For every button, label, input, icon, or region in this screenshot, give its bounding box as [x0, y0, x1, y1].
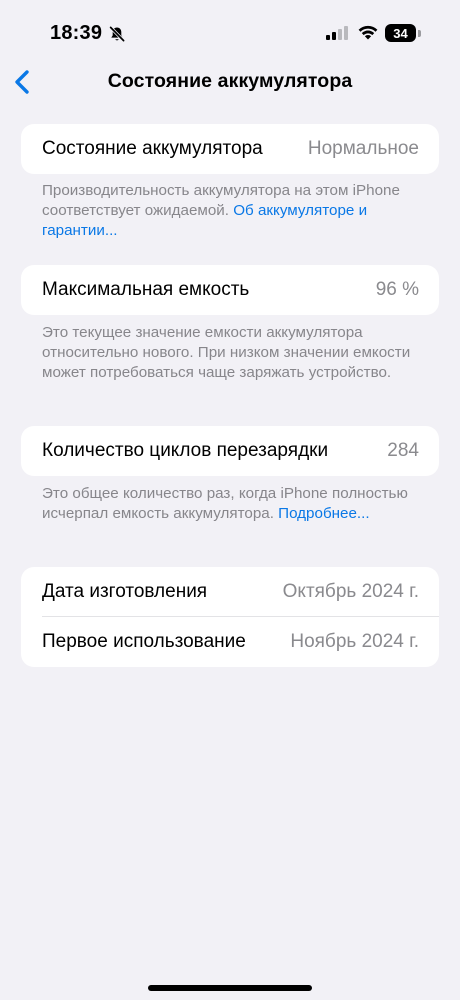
wifi-icon: [357, 24, 379, 46]
manufacture-date-value: Октябрь 2024 г.: [282, 581, 419, 602]
max-capacity-label: Максимальная емкость: [42, 279, 250, 300]
cycle-count-footnote: Это общее количество раз, когда iPhone п…: [42, 484, 422, 524]
manufacture-date-row: Дата изготовления Октябрь 2024 г.: [21, 567, 439, 617]
silent-bell-icon: [108, 25, 126, 48]
battery-icon: 34: [385, 24, 416, 42]
first-use-value: Ноябрь 2024 г.: [290, 631, 419, 652]
status-bar: 18:39 34: [0, 0, 460, 62]
first-use-label: Первое использование: [42, 631, 246, 652]
learn-more-link[interactable]: Подробнее...: [278, 505, 369, 522]
max-capacity-footnote: Это текущее значение емкости аккумулятор…: [42, 324, 411, 381]
manufacture-date-label: Дата изготовления: [42, 581, 208, 602]
battery-health-value: Нормальное: [307, 138, 419, 159]
cellular-signal-icon: [326, 26, 348, 45]
battery-health-row: Состояние аккумулятора Нормальное: [21, 124, 439, 174]
battery-health-card: Состояние аккумулятора Нормальное: [21, 124, 439, 174]
status-time: 18:39: [50, 22, 103, 44]
max-capacity-card: Максимальная емкость 96 %: [21, 265, 439, 315]
cycle-count-card: Количество циклов перезарядки 284: [21, 426, 439, 476]
battery-health-footnote: Производительность аккумулятора на этом …: [42, 181, 422, 241]
cycle-count-row: Количество циклов перезарядки 284: [21, 426, 439, 476]
cycle-count-label: Количество циклов перезарядки: [42, 440, 329, 461]
cycle-count-value: 284: [387, 440, 419, 461]
navigation-bar: Состояние аккумулятора: [0, 62, 460, 102]
battery-level: 34: [393, 25, 408, 41]
battery-health-label: Состояние аккумулятора: [42, 138, 263, 159]
home-indicator[interactable]: [148, 985, 312, 991]
dates-card: Дата изготовления Октябрь 2024 г. Первое…: [21, 567, 439, 667]
first-use-row: Первое использование Ноябрь 2024 г.: [21, 617, 439, 667]
max-capacity-value: 96 %: [375, 279, 419, 300]
max-capacity-row: Максимальная емкость 96 %: [21, 265, 439, 315]
battery-cap: [418, 30, 421, 37]
page-title: Состояние аккумулятора: [107, 70, 353, 92]
